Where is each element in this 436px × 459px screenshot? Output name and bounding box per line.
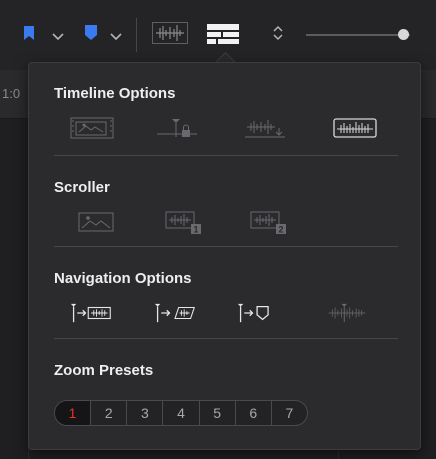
zoom-preset-5[interactable]: 5: [200, 401, 236, 425]
timeline-view-icon[interactable]: [206, 22, 240, 51]
toolbar-separator: [136, 18, 137, 52]
zoom-preset-1[interactable]: 1: [55, 401, 92, 425]
zoom-presets-title: Zoom Presets: [54, 362, 154, 379]
audio-waveform-icon[interactable]: [152, 22, 188, 49]
flag-icon[interactable]: [23, 25, 35, 46]
timeline-options-title: Timeline Options: [54, 85, 176, 102]
nav-jump-marker-icon[interactable]: [236, 301, 280, 325]
zoom-preset-2[interactable]: 2: [91, 401, 128, 425]
chevron-down-icon[interactable]: [52, 28, 64, 46]
scroller-image-icon[interactable]: [74, 210, 118, 234]
scroller-waveform-1-icon[interactable]: 1: [161, 210, 205, 234]
timeline-view-options-popover: Timeline Options Scroller 1 2 Navigation…: [28, 62, 421, 450]
zoom-presets-group: 1 2 3 4 5 6 7: [54, 400, 308, 426]
video-thumbnails-icon[interactable]: [70, 116, 114, 140]
zoom-preset-7[interactable]: 7: [272, 401, 307, 425]
section-divider: [54, 338, 398, 339]
section-divider: [54, 246, 398, 247]
nav-jump-waveform-icon[interactable]: [69, 301, 113, 325]
zoom-preset-6[interactable]: 6: [236, 401, 272, 425]
zoom-preset-3[interactable]: 3: [127, 401, 164, 425]
scroller-waveform-2-icon[interactable]: 2: [246, 210, 290, 234]
marker-icon[interactable]: [84, 24, 98, 46]
svg-text:1: 1: [193, 225, 198, 235]
zoom-slider-knob[interactable]: [398, 29, 409, 40]
waveform-full-icon[interactable]: [333, 116, 377, 140]
playhead-lock-icon[interactable]: [155, 116, 199, 140]
zoom-preset-4[interactable]: 4: [163, 401, 200, 425]
chevron-down-icon[interactable]: [110, 28, 122, 46]
ruler-timecode: 1:0: [2, 86, 21, 101]
up-down-chevron-icon[interactable]: [272, 24, 284, 47]
nav-playhead-waveform-icon[interactable]: [325, 301, 369, 325]
waveform-down-icon[interactable]: [243, 116, 287, 140]
scroller-title: Scroller: [54, 179, 110, 196]
navigation-options-title: Navigation Options: [54, 270, 192, 287]
section-divider: [54, 155, 398, 156]
zoom-slider-track[interactable]: [306, 34, 410, 36]
svg-text:2: 2: [278, 225, 283, 235]
nav-jump-clip-icon[interactable]: [153, 301, 197, 325]
